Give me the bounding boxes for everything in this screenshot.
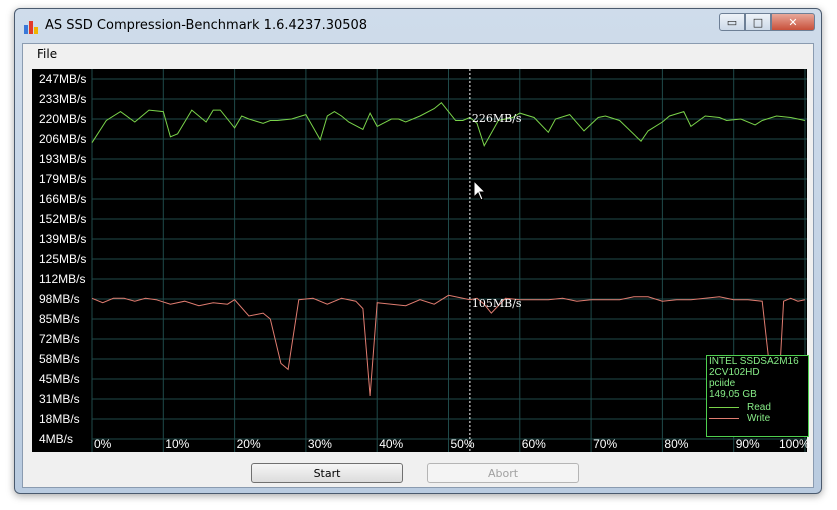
y-tick-label: 85MB/s xyxy=(39,312,80,326)
read-marker-label: 226MB/s xyxy=(471,112,522,126)
y-tick-label: 233MB/s xyxy=(39,92,87,106)
y-tick-label: 31MB/s xyxy=(39,392,80,406)
x-tick-label: 100% xyxy=(779,437,810,451)
minimize-icon: ▭ xyxy=(726,15,738,29)
legend-read-label: Read xyxy=(747,402,771,413)
x-tick-label: 50% xyxy=(450,437,475,451)
menu-file[interactable]: File xyxy=(37,47,57,61)
x-tick-label: 10% xyxy=(165,437,190,451)
y-tick-label: 125MB/s xyxy=(39,252,87,266)
y-tick-label: 139MB/s xyxy=(39,232,87,246)
write-marker-label: 105MB/s xyxy=(471,297,522,311)
y-tick-label: 4MB/s xyxy=(39,432,74,446)
legend-drive-driver: pciide xyxy=(709,378,736,389)
y-tick-label: 152MB/s xyxy=(39,212,87,226)
title-bar[interactable]: AS SSD Compression-Benchmark 1.6.4237.30… xyxy=(15,9,821,43)
app-icon xyxy=(24,21,38,34)
maximize-button[interactable]: □ xyxy=(745,13,771,31)
window-title: AS SSD Compression-Benchmark 1.6.4237.30… xyxy=(45,18,368,33)
minimize-button[interactable]: ▭ xyxy=(719,13,745,31)
legend-write: Write xyxy=(709,413,770,424)
x-tick-label: 0% xyxy=(94,437,112,451)
x-tick-label: 90% xyxy=(735,437,760,451)
y-tick-label: 193MB/s xyxy=(39,152,87,166)
start-button[interactable]: Start xyxy=(251,463,403,483)
legend-read: Read xyxy=(709,402,771,413)
caption-buttons: ▭ □ ✕ xyxy=(719,13,815,31)
mouse-cursor-icon xyxy=(473,180,487,201)
legend-drive-model: INTEL SSDSA2M16 xyxy=(709,356,799,367)
y-tick-label: 98MB/s xyxy=(39,292,80,306)
abort-button[interactable]: Abort xyxy=(427,463,579,483)
x-tick-label: 30% xyxy=(307,437,332,451)
y-tick-label: 166MB/s xyxy=(39,192,87,206)
y-tick-label: 179MB/s xyxy=(39,172,87,186)
x-tick-label: 70% xyxy=(593,437,618,451)
legend-write-swatch xyxy=(709,418,739,419)
y-tick-label: 58MB/s xyxy=(39,352,80,366)
legend-write-label: Write xyxy=(747,413,771,424)
y-tick-label: 72MB/s xyxy=(39,332,80,346)
compression-chart: 247MB/s 233MB/s 220MB/s 206MB/s 193MB/s 179MB… xyxy=(32,69,810,452)
y-tick-label: 18MB/s xyxy=(39,412,80,426)
x-tick-label: 80% xyxy=(664,437,689,451)
maximize-icon: □ xyxy=(752,15,764,29)
chart-grid xyxy=(91,69,807,452)
y-tick-label: 220MB/s xyxy=(39,112,87,126)
legend-drive-capacity: 149,05 GB xyxy=(709,389,757,400)
y-tick-label: 247MB/s xyxy=(39,72,87,86)
x-tick-label: 20% xyxy=(236,437,261,451)
x-tick-label: 40% xyxy=(379,437,404,451)
y-tick-label: 206MB/s xyxy=(39,132,87,146)
legend-drive-serial: 2CV102HD xyxy=(709,367,760,378)
client-area: File 247MB/s 233MB/s 220MB/s 206MB/s 193MB/s… xyxy=(22,43,814,488)
app-window: AS SSD Compression-Benchmark 1.6.4237.30… xyxy=(14,8,822,494)
x-tick-label: 60% xyxy=(521,437,546,451)
close-icon: ✕ xyxy=(788,15,798,29)
chart-plot xyxy=(91,69,807,452)
legend-read-swatch xyxy=(709,407,739,408)
y-tick-label: 112MB/s xyxy=(39,272,86,286)
chart-legend: INTEL SSDSA2M16 2CV102HD pciide 149,05 G… xyxy=(706,355,809,437)
close-button[interactable]: ✕ xyxy=(771,13,815,31)
y-tick-label: 45MB/s xyxy=(39,372,80,386)
menu-bar: File xyxy=(23,44,813,66)
